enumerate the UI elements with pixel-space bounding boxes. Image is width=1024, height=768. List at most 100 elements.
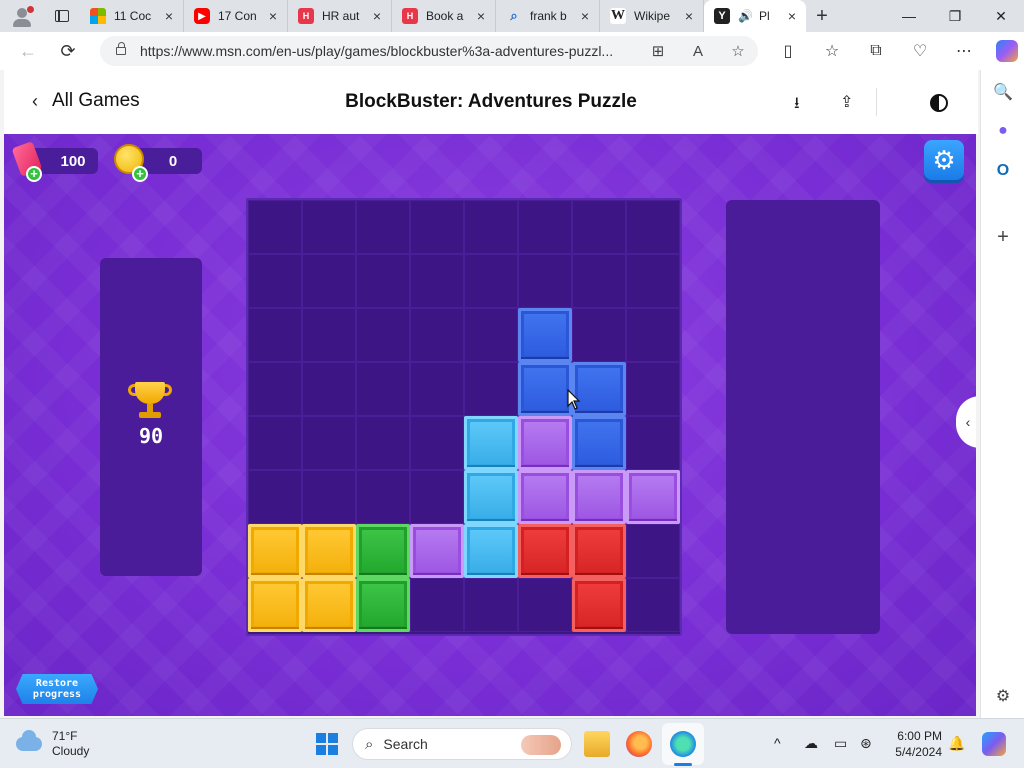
sidebar-collapse-tab[interactable]: ‹ [956,396,976,448]
board-cell[interactable] [410,470,464,524]
board-cell[interactable] [518,200,572,254]
board-cell[interactable] [248,200,302,254]
address-bar[interactable]: https://www.msn.com/en-us/play/games/blo… [100,36,758,66]
apps-icon[interactable]: ⊞ [638,42,678,60]
board-cell[interactable] [464,578,518,632]
add-coins-button[interactable]: + [132,166,148,182]
system-clock[interactable]: 6:00 PM 5/4/2024 [880,728,942,760]
more-menu-icon[interactable]: ⋯ [942,41,986,61]
copilot-taskbar-icon[interactable] [982,732,1006,756]
tab-close-icon[interactable]: × [369,8,385,24]
puzzle-board[interactable] [246,198,682,636]
browser-essentials-icon[interactable]: ♡ [898,41,942,61]
board-cell[interactable] [518,578,572,632]
tab-3[interactable]: H HR aut × [288,0,392,32]
sidebar-add-icon[interactable]: + [992,226,1014,248]
board-cell[interactable] [248,362,302,416]
tab-close-icon[interactable]: × [681,8,697,24]
board-cell[interactable] [302,362,356,416]
tab-4[interactable]: H Book a × [392,0,496,32]
new-tab-button[interactable]: + [806,5,838,28]
board-cell[interactable] [572,308,626,362]
board-cell[interactable] [248,470,302,524]
refresh-button[interactable]: ⟳ [48,41,88,62]
board-cell[interactable] [356,470,410,524]
network-icon[interactable]: ⊛ [860,735,872,752]
copilot-icon[interactable] [996,40,1018,62]
board-cell[interactable] [410,362,464,416]
board-cell[interactable] [626,200,680,254]
tab-close-icon[interactable]: × [784,8,800,24]
board-cell[interactable] [410,308,464,362]
firefox-icon[interactable] [626,731,652,757]
weather-widget[interactable]: 71°F Cloudy [16,729,89,759]
tab-6[interactable]: W Wikipe × [600,0,704,32]
file-explorer-icon[interactable] [584,731,610,757]
board-cell[interactable] [302,470,356,524]
board-cell[interactable] [572,200,626,254]
sidebar-outlook-icon[interactable]: O [992,162,1014,184]
restore-button[interactable]: ❐ [932,8,978,25]
collections-icon[interactable]: ⧉ [854,42,898,60]
board-cell[interactable] [464,200,518,254]
profile-button[interactable] [0,0,44,32]
tab-5[interactable]: ⌕ frank b × [496,0,600,32]
board-cell[interactable] [410,578,464,632]
tab-close-icon[interactable]: × [265,8,281,24]
tab-close-icon[interactable]: × [473,8,489,24]
share-icon[interactable]: ⇪ [840,92,853,112]
board-cell[interactable] [464,308,518,362]
board-cell[interactable] [572,254,626,308]
audio-icon[interactable]: 🔊 [738,9,753,23]
board-cell[interactable] [356,416,410,470]
tab-close-icon[interactable]: × [577,8,593,24]
edge-icon[interactable] [670,731,696,757]
restore-progress-button[interactable]: Restore progress [16,674,98,704]
add-gems-button[interactable]: + [26,166,42,182]
board-cell[interactable] [356,362,410,416]
game-canvas[interactable]: 100 + 0 + ⚙ 90 Restore progress ‹ [4,134,976,716]
board-cell[interactable] [410,416,464,470]
board-cell[interactable] [626,416,680,470]
read-aloud-icon[interactable]: A [678,43,718,60]
split-screen-icon[interactable]: ▯ [766,41,810,61]
board-cell[interactable] [302,254,356,308]
start-button[interactable] [316,733,338,755]
tab-close-icon[interactable]: × [161,8,177,24]
tab-actions-button[interactable] [44,0,80,32]
tab-1[interactable]: 11 Coc × [80,0,184,32]
board-cell[interactable] [626,524,680,578]
board-cell[interactable] [626,362,680,416]
tab-7-active[interactable]: Y 🔊 Pl × [704,0,806,32]
sidebar-search-icon[interactable]: 🔍 [992,82,1014,104]
tab-2[interactable]: ▶ 17 Con × [184,0,288,32]
lock-icon[interactable] [116,42,126,55]
board-cell[interactable] [518,254,572,308]
board-cell[interactable] [626,578,680,632]
board-cell[interactable] [626,254,680,308]
board-cell[interactable] [356,254,410,308]
favorites-icon[interactable]: ☆ [810,41,854,61]
close-button[interactable]: ✕ [978,8,1024,25]
board-cell[interactable] [356,308,410,362]
taskbar-search[interactable]: ⌕ Search [352,728,572,760]
board-cell[interactable] [248,254,302,308]
theme-toggle-icon[interactable] [930,94,948,112]
board-cell[interactable] [248,416,302,470]
notification-bell-icon[interactable]: 🔔 [948,735,965,752]
url-text[interactable]: https://www.msn.com/en-us/play/games/blo… [140,43,638,59]
game-settings-button[interactable]: ⚙ [924,140,964,180]
onedrive-icon[interactable]: ☁ [804,735,818,752]
board-cell[interactable] [410,254,464,308]
minimize-button[interactable]: — [886,8,932,25]
piece-tray-panel[interactable] [726,200,880,634]
sidebar-settings-icon[interactable]: ⚙ [992,686,1014,708]
sidebar-copilot-icon[interactable]: ● [992,122,1014,144]
back-button[interactable]: ← [8,41,48,62]
board-cell[interactable] [302,308,356,362]
tray-overflow-icon[interactable]: ^ [774,735,781,751]
board-cell[interactable] [464,254,518,308]
board-cell[interactable] [464,362,518,416]
favorite-star-icon[interactable]: ☆ [718,42,758,60]
download-icon[interactable]: ⭳ [794,92,800,119]
